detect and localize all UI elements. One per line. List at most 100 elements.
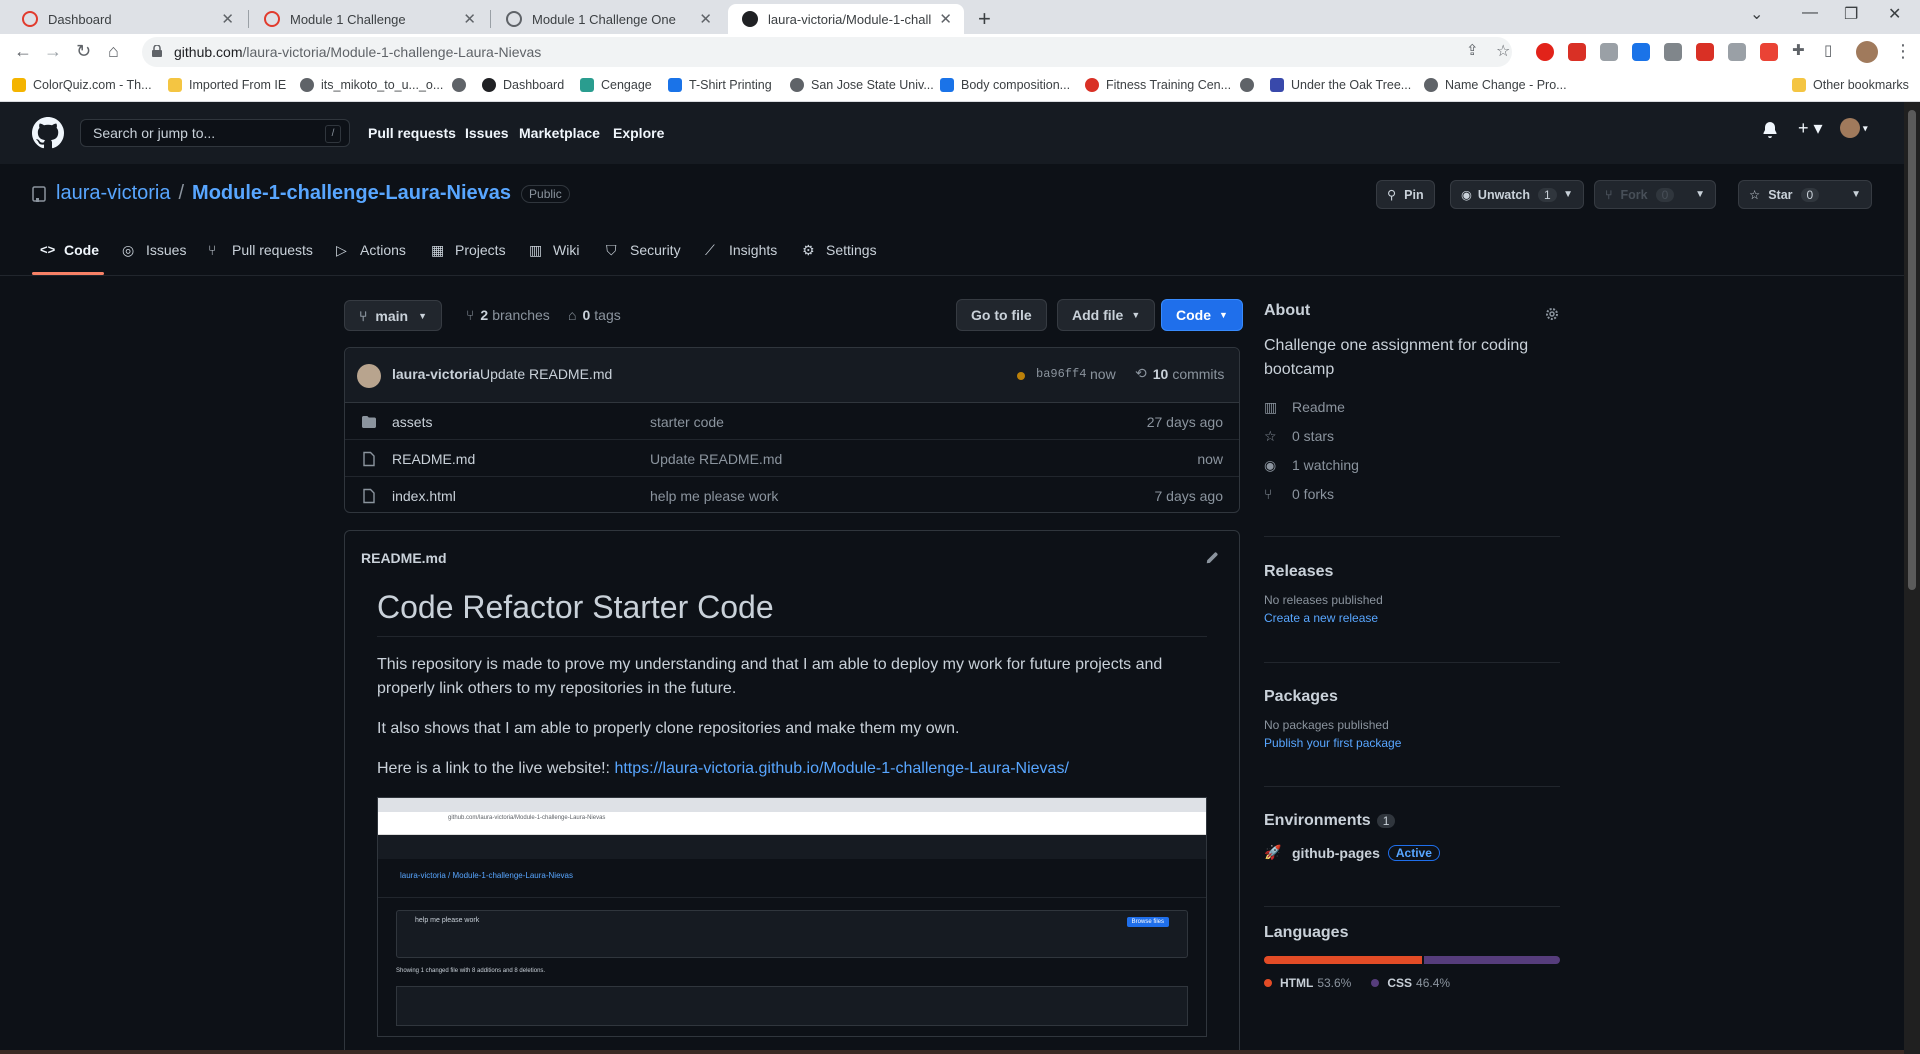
close-icon[interactable]: ✕ xyxy=(939,10,952,28)
file-name[interactable]: README.md xyxy=(392,451,475,467)
close-icon[interactable]: ✕ xyxy=(221,10,234,28)
code-download-button[interactable]: Code ▼ xyxy=(1161,299,1243,331)
tab-pull-requests[interactable]: ⑂ Pull requests xyxy=(208,242,313,258)
extension-icon[interactable] xyxy=(1600,43,1618,61)
branch-selector[interactable]: ⑂ main ▼ xyxy=(344,300,443,331)
close-icon[interactable]: ✕ xyxy=(699,10,712,28)
tab-issues[interactable]: ◎ Issues xyxy=(122,242,186,258)
commit-message[interactable]: Update README.md xyxy=(480,366,612,382)
extension-icon[interactable] xyxy=(1632,43,1650,61)
create-release-link[interactable]: Create a new release xyxy=(1264,611,1560,625)
bookmark[interactable]: Body composition... xyxy=(940,78,1070,92)
status-pending-dot[interactable] xyxy=(1017,372,1025,380)
browser-tab-active[interactable]: laura-victoria/Module-1-challeng ✕ xyxy=(728,4,964,34)
repo-name-link[interactable]: Module-1-challenge-Laura-Nievas xyxy=(192,182,511,205)
stars-link[interactable]: ☆ 0 stars xyxy=(1264,421,1560,450)
create-new-plus-icon[interactable]: + ▾ xyxy=(1798,118,1823,139)
forks-link[interactable]: ⑂ 0 forks xyxy=(1264,479,1560,508)
tab-code[interactable]: <> Code xyxy=(40,242,99,258)
live-website-link[interactable]: https://laura-victoria.github.io/Module-… xyxy=(614,760,1068,777)
nav-explore[interactable]: Explore xyxy=(613,125,664,141)
releases-heading[interactable]: Releases xyxy=(1264,563,1560,581)
tab-security[interactable]: ⛉ Security xyxy=(606,242,681,258)
scrollbar-thumb[interactable] xyxy=(1908,110,1916,590)
extension-adblock-icon[interactable] xyxy=(1568,43,1586,61)
file-commit-message[interactable]: starter code xyxy=(650,414,724,430)
language-item[interactable]: CSS 46.4% xyxy=(1371,976,1450,990)
commit-sha[interactable]: ba96ff4 xyxy=(1036,367,1086,381)
extensions-puzzle-icon[interactable]: ✚ xyxy=(1792,41,1805,59)
language-item[interactable]: HTML 53.6% xyxy=(1264,976,1351,990)
close-window-button[interactable]: ✕ xyxy=(1888,4,1901,24)
publish-package-link[interactable]: Publish your first package xyxy=(1264,736,1560,750)
search-input[interactable]: Search or jump to... / xyxy=(80,119,350,147)
file-commit-message[interactable]: help me please work xyxy=(650,488,778,504)
bookmark[interactable] xyxy=(452,78,473,92)
environment-name-link[interactable]: github-pages xyxy=(1292,845,1380,861)
readme-link[interactable]: ▥ Readme xyxy=(1264,392,1560,421)
unwatch-button[interactable]: ◉ Unwatch 1 ▼ xyxy=(1450,180,1584,209)
back-icon[interactable]: ← xyxy=(14,41,32,62)
close-icon[interactable]: ✕ xyxy=(463,10,476,28)
tab-projects[interactable]: ▦ Projects xyxy=(431,242,506,258)
readme-filename[interactable]: README.md xyxy=(361,550,447,566)
browser-tab[interactable]: Dashboard ✕ xyxy=(8,4,246,34)
file-commit-message[interactable]: Update README.md xyxy=(650,451,782,467)
forward-icon[interactable]: → xyxy=(44,41,62,62)
tab-insights[interactable]: ⟋ Insights xyxy=(705,242,777,258)
bookmark[interactable] xyxy=(1240,78,1261,92)
repo-owner-link[interactable]: laura-victoria xyxy=(56,182,170,205)
bookmark[interactable]: its_mikoto_to_u..._o... xyxy=(300,78,443,92)
fork-button[interactable]: ⑂ Fork 0 ▼ xyxy=(1594,180,1716,209)
file-row[interactable]: index.html help me please work 7 days ag… xyxy=(345,477,1239,514)
bookmark[interactable]: Name Change - Pro... xyxy=(1424,78,1567,92)
packages-heading[interactable]: Packages xyxy=(1264,688,1560,706)
bookmark[interactable]: Fitness Training Cen... xyxy=(1085,78,1231,92)
extension-icon[interactable] xyxy=(1728,43,1746,61)
notifications-bell-icon[interactable] xyxy=(1762,122,1778,141)
profile-avatar[interactable] xyxy=(1856,41,1878,63)
file-row[interactable]: README.md Update README.md now xyxy=(345,440,1239,477)
reload-icon[interactable]: ↻ xyxy=(76,41,91,62)
tags-link[interactable]: ⌂ 0 tags xyxy=(568,307,621,323)
home-icon[interactable]: ⌂ xyxy=(108,41,119,62)
branches-link[interactable]: ⑂ 2 branches xyxy=(466,307,550,323)
share-icon[interactable]: ⇪ xyxy=(1466,41,1479,59)
watching-link[interactable]: ◉ 1 watching xyxy=(1264,450,1560,479)
browser-tab[interactable]: Module 1 Challenge One ✕ xyxy=(492,4,724,34)
file-name[interactable]: index.html xyxy=(392,488,456,504)
commits-history-link[interactable]: ⟲ 10 commits xyxy=(1135,365,1224,382)
new-tab-button[interactable]: + xyxy=(978,6,991,32)
user-avatar-menu[interactable]: ▾ xyxy=(1840,118,1868,138)
bookmark-star-icon[interactable]: ☆ xyxy=(1496,41,1510,61)
maximize-button[interactable]: ❐ xyxy=(1844,4,1858,24)
extension-icon[interactable] xyxy=(1664,43,1682,61)
bookmark[interactable]: Cengage xyxy=(580,78,652,92)
gear-icon[interactable] xyxy=(1544,306,1560,322)
menu-icon[interactable]: ⋮ xyxy=(1894,41,1912,62)
tab-settings[interactable]: ⚙ Settings xyxy=(802,242,877,258)
tab-search-icon[interactable]: ⌄ xyxy=(1750,4,1763,24)
minimize-button[interactable]: — xyxy=(1802,4,1818,22)
bookmark[interactable]: T-Shirt Printing xyxy=(668,78,772,92)
bookmark[interactable]: San Jose State Univ... xyxy=(790,78,934,92)
page-scrollbar[interactable] xyxy=(1904,102,1920,1054)
nav-pull-requests[interactable]: Pull requests xyxy=(368,125,456,141)
extension-opera-icon[interactable] xyxy=(1536,43,1554,61)
file-name[interactable]: assets xyxy=(392,414,432,430)
file-row[interactable]: assets starter code 27 days ago xyxy=(345,403,1239,440)
nav-marketplace[interactable]: Marketplace xyxy=(519,125,600,141)
pencil-edit-icon[interactable] xyxy=(1205,551,1219,565)
bookmark[interactable]: ColorQuiz.com - Th... xyxy=(12,78,152,92)
nav-issues[interactable]: Issues xyxy=(465,125,509,141)
github-logo-icon[interactable] xyxy=(32,117,64,149)
side-panel-icon[interactable]: ▯ xyxy=(1824,41,1832,59)
tab-wiki[interactable]: ▥ Wiki xyxy=(529,242,579,258)
commit-author[interactable]: laura-victoria xyxy=(392,366,480,382)
tab-actions[interactable]: ▷ Actions xyxy=(336,242,406,258)
go-to-file-button[interactable]: Go to file xyxy=(956,299,1047,331)
extension-icon[interactable] xyxy=(1760,43,1778,61)
environments-heading[interactable]: Environments 1 xyxy=(1264,812,1560,830)
address-bar[interactable]: github.com/laura-victoria/Module-1-chall… xyxy=(142,37,1512,67)
pin-button[interactable]: ⚲ Pin xyxy=(1376,180,1435,209)
